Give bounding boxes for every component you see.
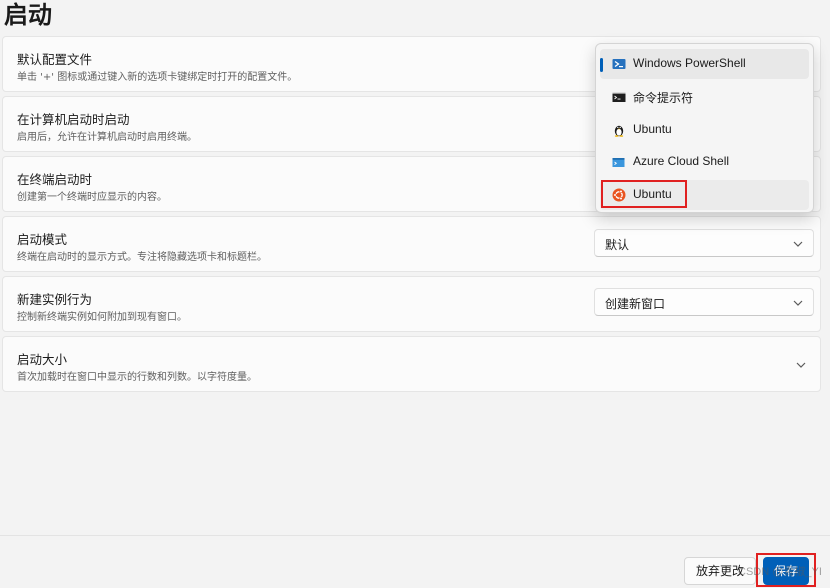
profile-option-label: 命令提示符 [633,91,694,105]
setting-description: 启用后，允许在计算机启动时启用终端。 [17,132,197,143]
linux-tux-icon [614,125,624,137]
profile-option-azure-cloud-shell[interactable]: Azure Cloud Shell [600,147,809,177]
profile-option-label: Ubuntu [633,122,672,136]
launch-size-card[interactable]: 启动大小 首次加载时在窗口中显示的行数和列数。以字符度量。 [2,336,821,392]
profile-option-label: Windows PowerShell [633,56,746,70]
new-instance-behavior-dropdown[interactable]: 创建新窗口 [594,288,814,316]
chevron-down-icon [793,241,803,247]
dropdown-value: 创建新窗口 [605,297,666,311]
azure-icon [612,158,625,167]
page-title: 启动 [4,1,52,29]
setting-description: 终端在启动时的显示方式。专注将隐藏选项卡和标题栏。 [17,252,267,263]
powershell-icon [612,59,626,69]
setting-description: 创建第一个终端时应显示的内容。 [17,192,167,203]
setting-title: 默认配置文件 [17,52,93,67]
profile-option-label: Azure Cloud Shell [633,154,730,168]
profile-option-windows-powershell[interactable]: Windows PowerShell [600,49,809,79]
profile-option-command-prompt[interactable]: 命令提示符 [600,82,809,112]
setting-title: 在终端启动时 [17,172,93,187]
selected-indicator [600,58,603,72]
setting-title: 启动大小 [17,352,68,367]
csdn-watermark: CSDN @青椒_YI [738,566,822,578]
setting-title: 启动模式 [17,232,68,247]
setting-title: 新建实例行为 [17,292,93,307]
profile-option-ubuntu-wsl[interactable]: Ubuntu [600,115,809,145]
setting-description: 控制新终端实例如何附加到现有窗口。 [17,312,187,323]
ubuntu-option-highlight [601,180,687,208]
setting-description: 单击 '+' 图标或通过键入新的选项卡键绑定时打开的配置文件。 [17,72,298,83]
cmd-icon [612,92,626,102]
setting-description: 首次加载时在窗口中显示的行数和列数。以字符度量。 [17,372,257,383]
chevron-down-icon[interactable] [796,362,806,368]
dropdown-value: 默认 [605,238,630,252]
setting-title: 在计算机启动时启动 [17,112,130,127]
launch-mode-dropdown[interactable]: 默认 [594,229,814,257]
chevron-down-icon [793,300,803,306]
